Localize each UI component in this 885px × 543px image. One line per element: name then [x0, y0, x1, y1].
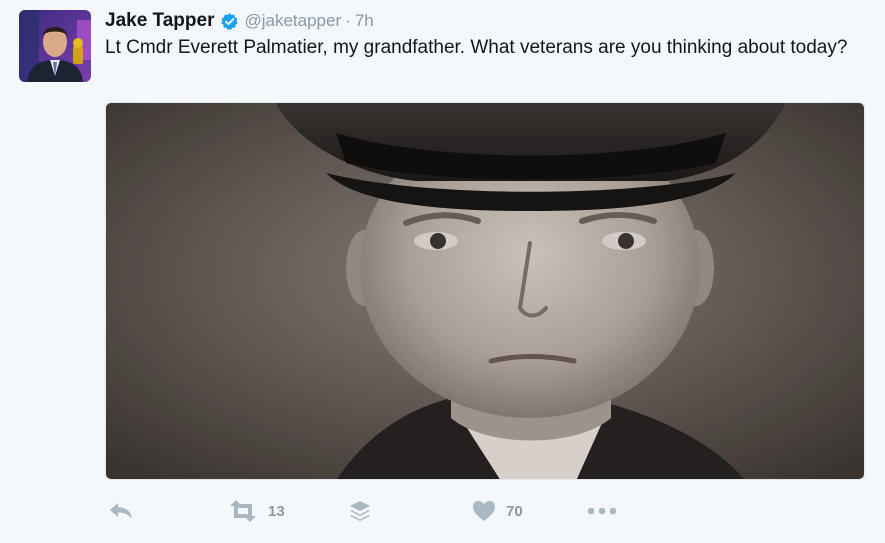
- retweet-count: 13: [268, 502, 285, 520]
- more-icon: [587, 507, 617, 515]
- author-handle[interactable]: @jaketapper: [244, 11, 341, 31]
- verified-badge-icon: [220, 12, 239, 31]
- more-button[interactable]: [587, 495, 617, 527]
- retweet-button[interactable]: 13: [228, 495, 285, 527]
- avatar-image: [19, 10, 91, 82]
- tweet-actions: 13 70: [0, 495, 885, 527]
- author-name[interactable]: Jake Tapper: [105, 10, 214, 32]
- tweet-text: Lt Cmdr Everett Palmatier, my grandfathe…: [105, 37, 848, 58]
- layers-icon: [349, 500, 371, 522]
- like-count: 70: [506, 502, 523, 520]
- tweet-header: Jake Tapper @jaketapper · 7h: [105, 9, 374, 33]
- reply-button[interactable]: [108, 495, 134, 527]
- like-button[interactable]: 70: [472, 495, 523, 527]
- layers-button[interactable]: [349, 495, 371, 527]
- reply-icon: [108, 501, 134, 521]
- avatar[interactable]: [19, 10, 91, 82]
- header-separator: ·: [345, 11, 351, 30]
- tweet-timestamp[interactable]: 7h: [355, 11, 374, 31]
- heart-icon: [472, 500, 496, 522]
- tweet-photo[interactable]: [105, 102, 865, 480]
- portrait-photo: [106, 103, 864, 479]
- retweet-icon: [228, 500, 258, 522]
- tweet[interactable]: Jake Tapper @jaketapper · 7h Lt Cmdr Eve…: [0, 0, 885, 543]
